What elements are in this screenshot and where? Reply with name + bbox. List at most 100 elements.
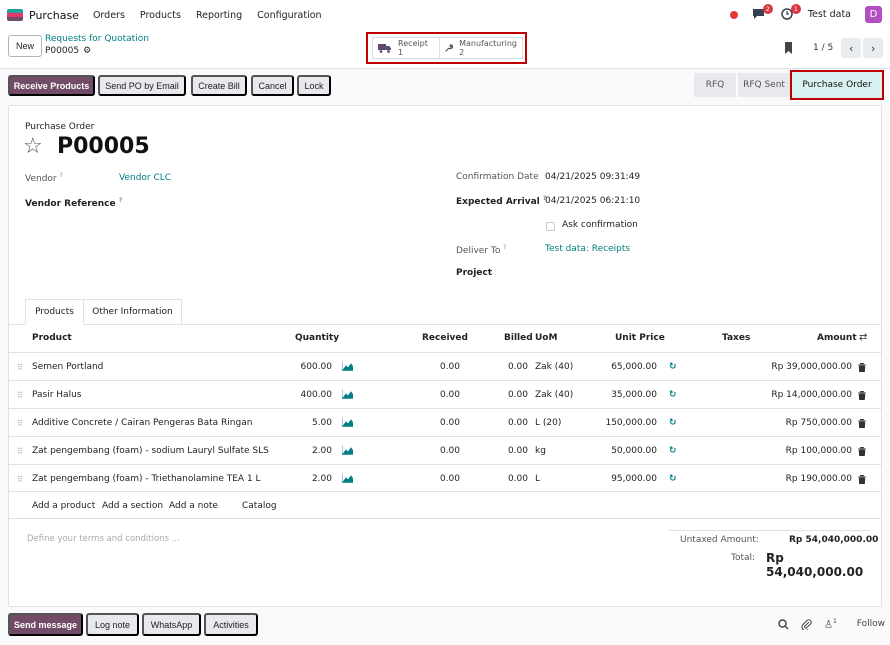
follow-button[interactable]: Follow	[857, 619, 885, 629]
log-note-button[interactable]: Log note	[86, 613, 139, 636]
create-bill-button[interactable]: Create Bill	[191, 75, 247, 96]
tab-products[interactable]: Products	[25, 299, 84, 325]
optional-columns-icon[interactable]: ⇄	[859, 332, 867, 343]
quantity-cell[interactable]: 600.00	[269, 362, 333, 372]
product-cell[interactable]: Zat pengembang (foam) - sodium Lauryl Su…	[32, 446, 272, 456]
confirmation-date-field[interactable]: 04/21/2025 09:31:49	[545, 172, 640, 182]
search-icon[interactable]	[778, 618, 789, 630]
col-billed[interactable]: Billed	[504, 333, 533, 343]
uom-cell[interactable]: L	[535, 474, 540, 484]
trash-icon[interactable]	[858, 419, 866, 428]
table-row[interactable]: ⠿ Pasir Halus 400.00 0.00 0.00 Zak (40) 35,000…	[9, 380, 881, 408]
expected-arrival-field[interactable]: 04/21/2025 06:21:10	[545, 196, 640, 206]
pager-previous-button[interactable]: ‹	[841, 38, 862, 58]
new-button[interactable]: New	[8, 35, 42, 57]
product-cell[interactable]: Pasir Halus	[32, 390, 81, 400]
help-icon[interactable]: ?	[119, 197, 122, 204]
status-purchase-order[interactable]: Purchase Order	[790, 70, 884, 100]
price-history-icon[interactable]: ↻	[669, 446, 677, 456]
unit-price-cell[interactable]: 150,000.00	[589, 418, 657, 428]
send-message-button[interactable]: Send message	[8, 613, 83, 636]
table-row[interactable]: ⠿ Zat pengembang (foam) - sodium Lauryl S…	[9, 436, 881, 464]
table-row[interactable]: ⠿ Semen Portland 600.00 0.00 0.00 Zak (40) 65,…	[9, 352, 881, 380]
breadcrumb-parent[interactable]: Requests for Quotation	[45, 34, 149, 44]
help-icon[interactable]: ?	[60, 172, 63, 179]
deliver-to-field[interactable]: Test data: Receipts	[545, 244, 630, 254]
add-product-link[interactable]: Add a product	[32, 501, 95, 511]
menu-reporting[interactable]: Reporting	[196, 10, 242, 21]
bookmark-icon[interactable]	[784, 42, 793, 54]
forecast-chart-icon[interactable]	[342, 362, 353, 371]
receipt-smart-button[interactable]: Receipt 1	[372, 37, 440, 59]
drag-handle-icon[interactable]: ⠿	[17, 419, 23, 428]
price-history-icon[interactable]: ↻	[669, 418, 677, 428]
menu-configuration[interactable]: Configuration	[257, 10, 321, 21]
price-history-icon[interactable]: ↻	[669, 362, 677, 372]
col-product[interactable]: Product	[32, 333, 72, 343]
status-dot-icon[interactable]	[729, 10, 738, 19]
quantity-cell[interactable]: 2.00	[269, 446, 332, 456]
product-cell[interactable]: Semen Portland	[32, 362, 103, 372]
manufacturing-smart-button[interactable]: Manufacturing 2	[440, 37, 523, 59]
quantity-cell[interactable]: 5.00	[269, 418, 332, 428]
quantity-cell[interactable]: 2.00	[269, 474, 332, 484]
col-amount[interactable]: Amount	[817, 333, 857, 343]
col-received[interactable]: Received	[422, 333, 468, 343]
quantity-cell[interactable]: 400.00	[269, 390, 333, 400]
add-note-link[interactable]: Add a note	[169, 501, 218, 511]
forecast-chart-icon[interactable]	[342, 418, 353, 427]
trash-icon[interactable]	[858, 447, 866, 456]
receive-products-button[interactable]: Receive Products	[8, 75, 95, 96]
unit-price-cell[interactable]: 35,000.00	[589, 390, 657, 400]
drag-handle-icon[interactable]: ⠿	[17, 391, 23, 400]
terms-input[interactable]: Define your terms and conditions ...	[27, 534, 180, 544]
trash-icon[interactable]	[858, 391, 866, 400]
forecast-chart-icon[interactable]	[342, 390, 353, 399]
forecast-chart-icon[interactable]	[342, 474, 353, 483]
col-uom[interactable]: UoM	[535, 333, 557, 343]
menu-products[interactable]: Products	[140, 10, 181, 21]
whatsapp-button[interactable]: WhatsApp	[142, 613, 201, 636]
send-po-email-button[interactable]: Send PO by Email	[98, 75, 186, 96]
drag-handle-icon[interactable]: ⠿	[17, 447, 23, 456]
pager-value[interactable]: 1 / 5	[813, 43, 833, 53]
catalog-link[interactable]: Catalog	[242, 501, 277, 511]
apps-menu-icon[interactable]	[7, 9, 23, 21]
followers-button[interactable]: ♙1	[824, 618, 837, 630]
uom-cell[interactable]: Zak (40)	[535, 390, 573, 400]
user-avatar[interactable]: D	[865, 6, 882, 23]
status-rfq[interactable]: RFQ	[694, 73, 736, 97]
activities-clock-icon[interactable]: 1	[780, 3, 801, 22]
unit-price-cell[interactable]: 95,000.00	[589, 474, 657, 484]
lock-button[interactable]: Lock	[297, 75, 331, 96]
table-row[interactable]: ⠿ Additive Concrete / Cairan Pengeras Bat…	[9, 408, 881, 436]
uom-cell[interactable]: L (20)	[535, 418, 561, 428]
price-history-icon[interactable]: ↻	[669, 390, 677, 400]
table-row[interactable]: ⠿ Zat pengembang (foam) - Triethanolamine…	[9, 464, 881, 492]
col-taxes[interactable]: Taxes	[722, 333, 750, 343]
drag-handle-icon[interactable]: ⠿	[17, 475, 23, 484]
company-switcher[interactable]: Test data	[808, 9, 851, 20]
cancel-button[interactable]: Cancel	[251, 75, 294, 96]
product-cell[interactable]: Zat pengembang (foam) - Triethanolamine …	[32, 474, 261, 484]
paperclip-icon[interactable]	[801, 619, 812, 630]
tab-other-information[interactable]: Other Information	[83, 299, 182, 325]
product-cell[interactable]: Additive Concrete / Cairan Pengeras Bata…	[32, 418, 252, 428]
messages-icon[interactable]: 2	[752, 3, 773, 22]
price-history-icon[interactable]: ↻	[669, 474, 677, 484]
status-rfq-sent[interactable]: RFQ Sent	[738, 73, 790, 97]
uom-cell[interactable]: kg	[535, 446, 546, 456]
trash-icon[interactable]	[858, 363, 866, 372]
trash-icon[interactable]	[858, 475, 866, 484]
uom-cell[interactable]: Zak (40)	[535, 362, 573, 372]
star-icon[interactable]: ☆	[23, 134, 43, 160]
forecast-chart-icon[interactable]	[342, 446, 353, 455]
add-section-link[interactable]: Add a section	[102, 501, 163, 511]
activities-button[interactable]: Activities	[204, 613, 258, 636]
col-quantity[interactable]: Quantity	[295, 333, 339, 343]
pager-next-button[interactable]: ›	[863, 38, 884, 58]
drag-handle-icon[interactable]: ⠿	[17, 363, 23, 372]
app-name[interactable]: Purchase	[29, 9, 79, 22]
unit-price-cell[interactable]: 50,000.00	[589, 446, 657, 456]
vendor-field[interactable]: Vendor CLC	[119, 173, 171, 183]
